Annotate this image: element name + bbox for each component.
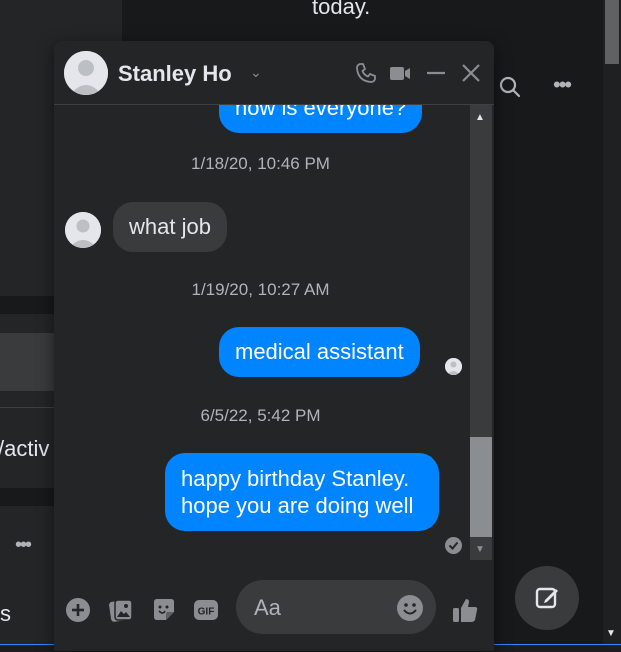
chevron-down-icon[interactable]: ⌄ (250, 64, 262, 81)
message-bubble-incoming[interactable]: what job (113, 202, 227, 252)
message-timestamp: 6/5/22, 5:42 PM (200, 406, 321, 425)
add-icon[interactable] (64, 596, 92, 624)
nav-highlight[interactable] (0, 333, 54, 391)
nav-divider (0, 296, 54, 314)
message-input-box[interactable] (236, 580, 436, 634)
message-list[interactable]: how is everyone? 1/18/20, 10:46 PM what … (54, 105, 467, 575)
chat-scrollbar-thumb[interactable] (470, 437, 492, 537)
gif-icon[interactable]: GIF (192, 596, 220, 624)
svg-text:GIF: GIF (198, 607, 215, 618)
message-bubble-outgoing[interactable]: how is everyone? (219, 105, 423, 133)
message-composer: GIF (54, 575, 494, 651)
message-timestamp: 1/18/20, 10:46 PM (191, 154, 330, 173)
background-nav-text[interactable]: s (0, 601, 11, 627)
emoji-icon[interactable] (396, 594, 424, 622)
page-scrollbar-thumb[interactable] (605, 0, 619, 64)
scroll-down-arrow-icon[interactable]: ▼ (475, 544, 485, 555)
message-bubble-outgoing[interactable]: happy birthday Stanley. hope you are doi… (165, 453, 439, 531)
page-scrollbar[interactable] (603, 0, 621, 651)
chat-window: Stanley Ho ⌄ how is everyone? 1/18/20, 1… (54, 41, 494, 651)
compose-icon (535, 587, 558, 609)
photo-icon[interactable] (107, 596, 135, 624)
contact-name[interactable]: Stanley Ho (118, 61, 232, 87)
seen-avatar (445, 358, 462, 375)
message-bubble-outgoing[interactable]: medical assistant (219, 327, 420, 377)
chat-header: Stanley Ho ⌄ (54, 41, 494, 105)
scroll-down-arrow-icon[interactable]: ▼ (606, 628, 616, 639)
minimize-icon[interactable] (424, 61, 448, 85)
search-icon[interactable] (498, 75, 522, 99)
video-call-icon[interactable] (388, 61, 412, 85)
new-message-button[interactable] (515, 566, 579, 630)
more-icon[interactable]: ••• (15, 534, 32, 557)
avatar[interactable] (65, 212, 101, 248)
background-post-text: today. (312, 0, 371, 19)
close-icon[interactable] (459, 61, 483, 85)
like-thumbs-up-icon[interactable] (450, 595, 480, 625)
delivered-check-icon (445, 537, 462, 554)
background-nav-text[interactable]: /activ (0, 436, 49, 462)
nav-divider (0, 407, 54, 408)
avatar[interactable] (64, 51, 108, 95)
message-timestamp: 1/19/20, 10:27 AM (191, 280, 330, 299)
nav-divider (0, 488, 54, 506)
more-options-icon[interactable]: ••• (553, 72, 572, 98)
message-input[interactable] (252, 592, 396, 624)
sticker-icon[interactable] (150, 596, 178, 624)
scroll-up-arrow-icon[interactable]: ▲ (475, 112, 485, 123)
phone-icon[interactable] (354, 61, 378, 85)
